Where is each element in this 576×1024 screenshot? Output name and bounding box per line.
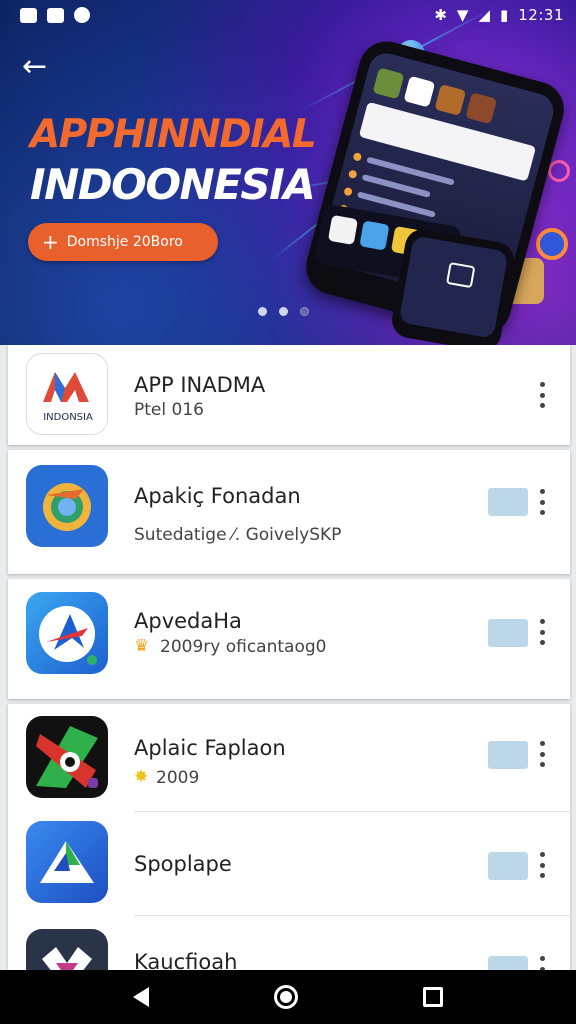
list-group[interactable]: Aplaic Faplaon ✸ 2009 Spoplape Kaucfioah [8,704,570,970]
plus-icon: + [42,230,59,254]
app-subtitle: ✸ 2009 [134,767,200,788]
nav-back-icon[interactable] [132,987,149,1007]
app-icon-text: INDONSIA [43,412,93,423]
decor-ring [536,228,568,260]
decor-ring [548,160,570,182]
clock: 12:31 [518,6,564,24]
list-item[interactable]: INDONSIA APP INADMA Ptel 016 [8,345,570,445]
carousel-dot-active[interactable] [279,307,288,316]
list-item[interactable]: Apakiç Fonadan Sutedatige ⁄. GoivelySKP [8,450,570,574]
more-options-icon[interactable] [532,956,552,970]
hero-cta-button[interactable]: + Domshje 20Boro [28,223,218,261]
small-phone-illustration [389,226,517,345]
hero-cta-label: Domshje 20Boro [66,234,183,250]
list-item[interactable]: Aplaic Faplaon ✸ 2009 [8,704,570,812]
crown-icon: ♛ [134,636,150,656]
carousel-dot[interactable] [258,307,267,316]
more-options-icon[interactable] [532,619,552,645]
app-subtitle: ♛ 2009ry oficantaog0 [134,636,327,657]
more-options-icon[interactable] [532,382,552,408]
hero-title-line2: INDOONESIA [30,160,316,209]
app-icon [26,821,108,903]
app-name: ApvedaHa [134,609,242,633]
carousel-indicator[interactable] [258,307,309,316]
gallery-icon [20,7,37,23]
app-name: Apakiç Fonadan [134,484,301,508]
app-icon [26,465,108,547]
app-name: Aplaic Faplaon [134,736,286,760]
app-subtitle: Ptel 016 [134,400,204,420]
app-icon [26,716,108,798]
signal-icon: ◢ [478,5,490,24]
more-options-icon[interactable] [532,489,552,515]
info-icon [74,7,90,23]
status-bar: ✱ ▼ ◢ ▮ 12:31 [0,0,576,30]
app-icon [26,592,108,674]
preview-thumbnail[interactable] [488,956,528,970]
nav-recents-icon[interactable] [423,987,444,1007]
app-list[interactable]: INDONSIA APP INADMA Ptel 016 Apakiç Fona… [0,345,576,970]
preview-thumbnail[interactable] [488,741,528,769]
more-options-icon[interactable] [532,741,552,767]
list-item[interactable]: Kaucfioah [8,916,570,970]
nav-home-icon[interactable] [273,985,298,1009]
hero-banner[interactable]: ← APPHINNDIAL INDOONESIA + Domshje 20Bor… [0,0,576,345]
back-arrow-icon[interactable]: ← [22,50,58,86]
app-notification-icon [47,7,64,23]
more-options-icon[interactable] [532,852,552,878]
preview-thumbnail[interactable] [488,852,528,880]
app-name: Kaucfioah [134,950,238,970]
carousel-dot[interactable] [300,307,309,316]
battery-icon: ▮ [500,5,509,24]
wifi-icon: ▼ [456,5,469,24]
list-item[interactable]: Spoplape [8,812,570,916]
list-item[interactable]: ApvedaHa ♛ 2009ry oficantaog0 [8,579,570,699]
system-navigation-bar [0,970,576,1024]
app-icon: INDONSIA [26,353,108,435]
star-icon: ✸ [134,767,149,787]
app-name: APP INADMA [134,373,266,397]
bluetooth-icon: ✱ [434,5,447,24]
app-name: Spoplape [134,852,232,876]
app-subtitle: Sutedatige ⁄. GoivelySKP [134,525,342,545]
preview-thumbnail[interactable] [488,619,528,647]
app-icon [26,929,108,970]
hero-title-line1: APPHINNDIAL [30,112,317,157]
preview-thumbnail[interactable] [488,488,528,516]
